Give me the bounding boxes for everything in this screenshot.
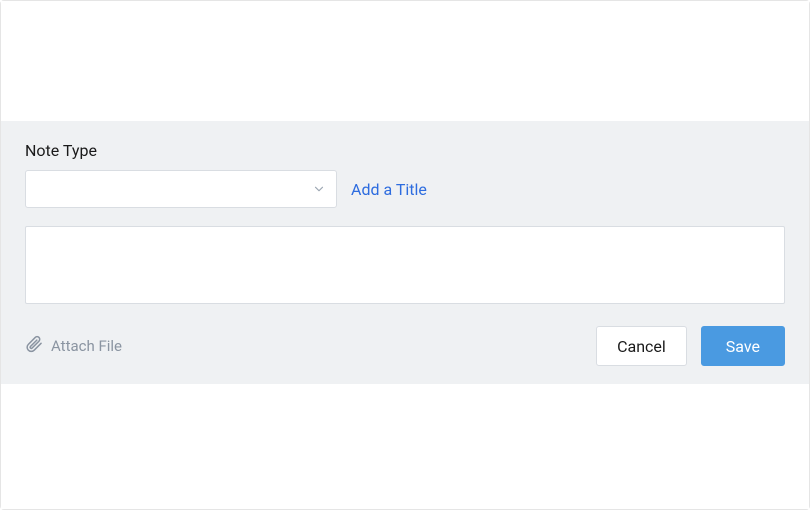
attach-file-label: Attach File (51, 337, 122, 355)
note-body-textarea[interactable] (25, 226, 785, 304)
note-form-panel: Note Type Add a Title Attac (1, 121, 809, 384)
attach-file-button[interactable]: Attach File (25, 335, 122, 357)
note-type-label: Note Type (25, 141, 785, 160)
paperclip-icon (25, 335, 43, 357)
button-group: Cancel Save (596, 326, 785, 366)
save-button[interactable]: Save (701, 326, 785, 366)
chevron-down-icon (312, 182, 326, 196)
form-footer-row: Attach File Cancel Save (25, 326, 785, 366)
cancel-button[interactable]: Cancel (596, 326, 687, 366)
bottom-spacer (1, 384, 809, 509)
note-type-select[interactable] (25, 170, 337, 208)
add-title-link[interactable]: Add a Title (351, 180, 427, 199)
note-type-row: Add a Title (25, 170, 785, 208)
top-spacer (1, 1, 809, 121)
note-form-container: Note Type Add a Title Attac (0, 0, 810, 510)
